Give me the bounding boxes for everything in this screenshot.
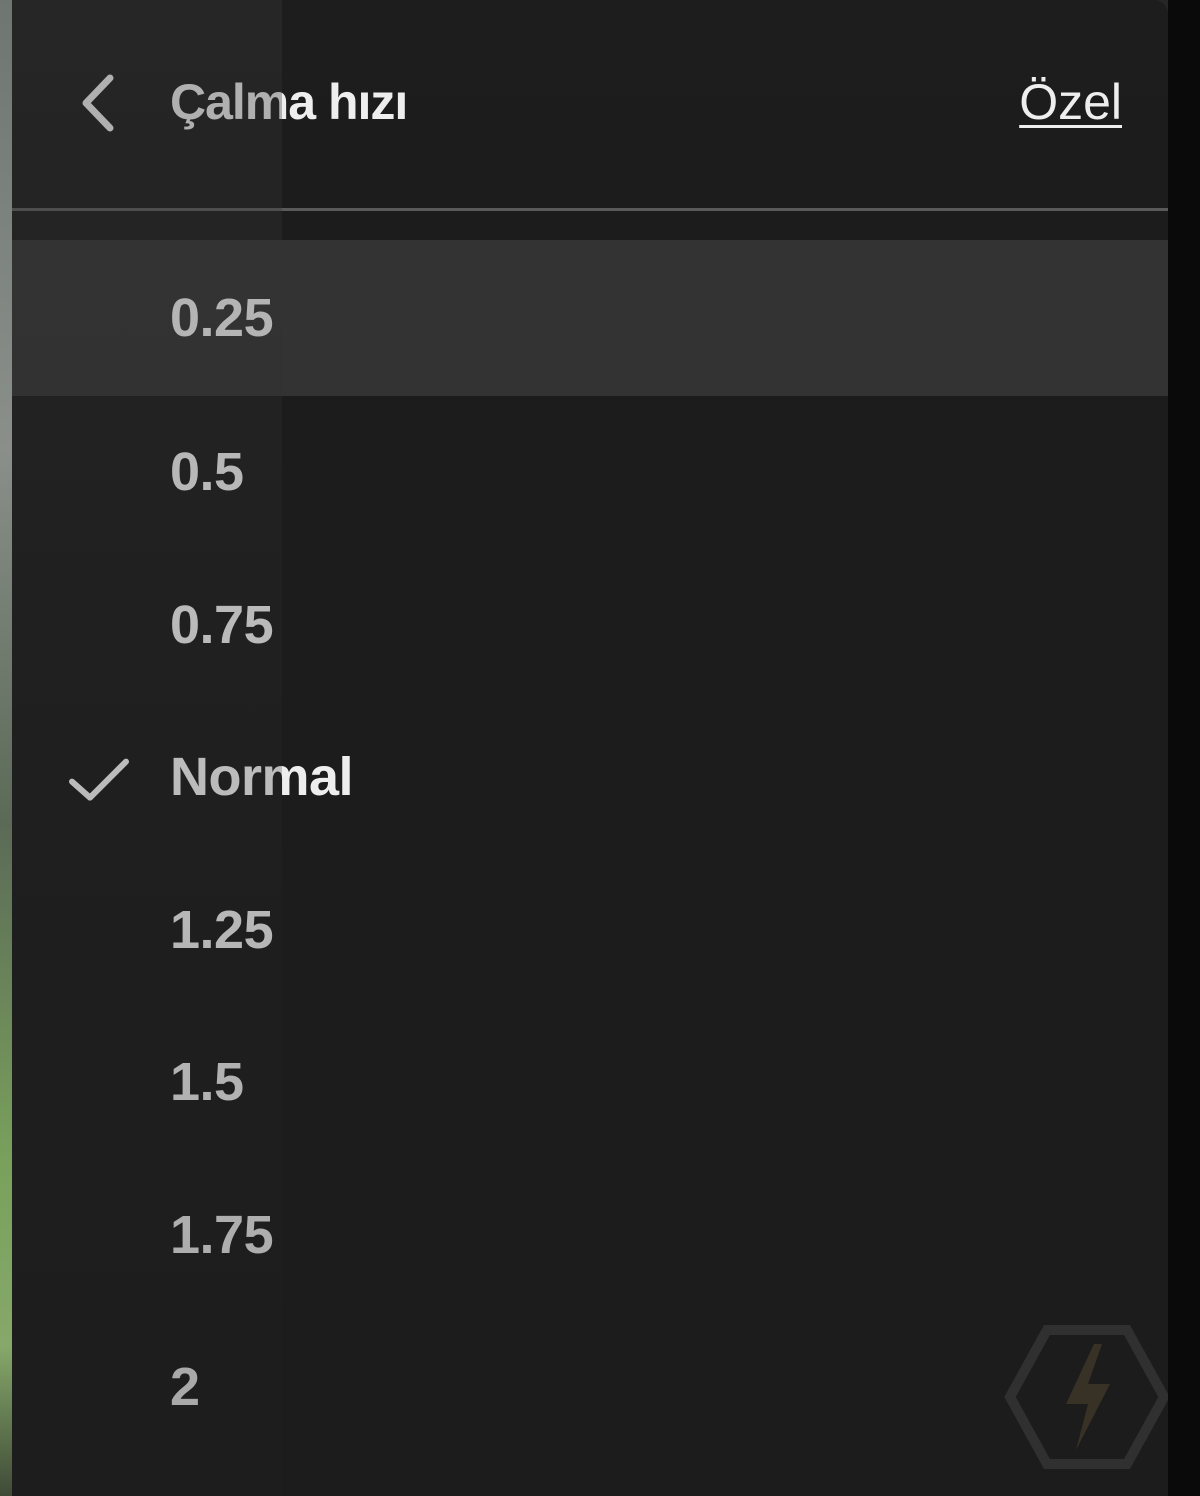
speed-option-0-5[interactable]: 0.5 — [12, 396, 1168, 549]
speed-options-list: 0.25 0.5 0.75 Normal 1.25 1.5 1.75 2 — [12, 240, 1168, 1464]
video-frame-edge — [0, 0, 12, 1496]
menu-header: Çalma hızı Özel — [12, 0, 1168, 208]
menu-title: Çalma hızı — [170, 74, 408, 130]
speed-option-0-75[interactable]: 0.75 — [12, 549, 1168, 702]
speed-option-2[interactable]: 2 — [12, 1311, 1168, 1464]
speed-option-label: 1.5 — [170, 1052, 244, 1113]
speed-option-label: 1.75 — [170, 1204, 274, 1265]
back-button[interactable] — [68, 68, 128, 138]
speed-option-1-5[interactable]: 1.5 — [12, 1006, 1168, 1159]
custom-speed-link[interactable]: Özel — [1019, 70, 1122, 134]
speed-option-label: 0.5 — [170, 442, 244, 503]
header-divider — [12, 208, 1168, 211]
speed-option-normal[interactable]: Normal — [12, 701, 1168, 854]
speed-option-1-75[interactable]: 1.75 — [12, 1159, 1168, 1312]
chevron-left-icon — [82, 74, 114, 132]
speed-option-label: 2 — [170, 1357, 200, 1418]
speed-option-0-25[interactable]: 0.25 — [12, 240, 1168, 396]
player-right-edge — [1168, 0, 1200, 1496]
speed-option-label: 0.25 — [170, 288, 274, 348]
speed-option-label: Normal — [170, 747, 354, 808]
video-player-area: Çalma hızı Özel 0.25 0.5 0.75 Normal 1.2… — [0, 0, 1200, 1496]
playback-speed-menu: Çalma hızı Özel 0.25 0.5 0.75 Normal 1.2… — [12, 0, 1168, 1496]
hexagon-bolt-logo-icon — [1004, 1325, 1168, 1469]
speed-option-1-25[interactable]: 1.25 — [12, 854, 1168, 1007]
speed-option-label: 0.75 — [170, 594, 274, 655]
checkmark-icon — [69, 758, 129, 801]
speed-option-label: 1.25 — [170, 899, 274, 960]
